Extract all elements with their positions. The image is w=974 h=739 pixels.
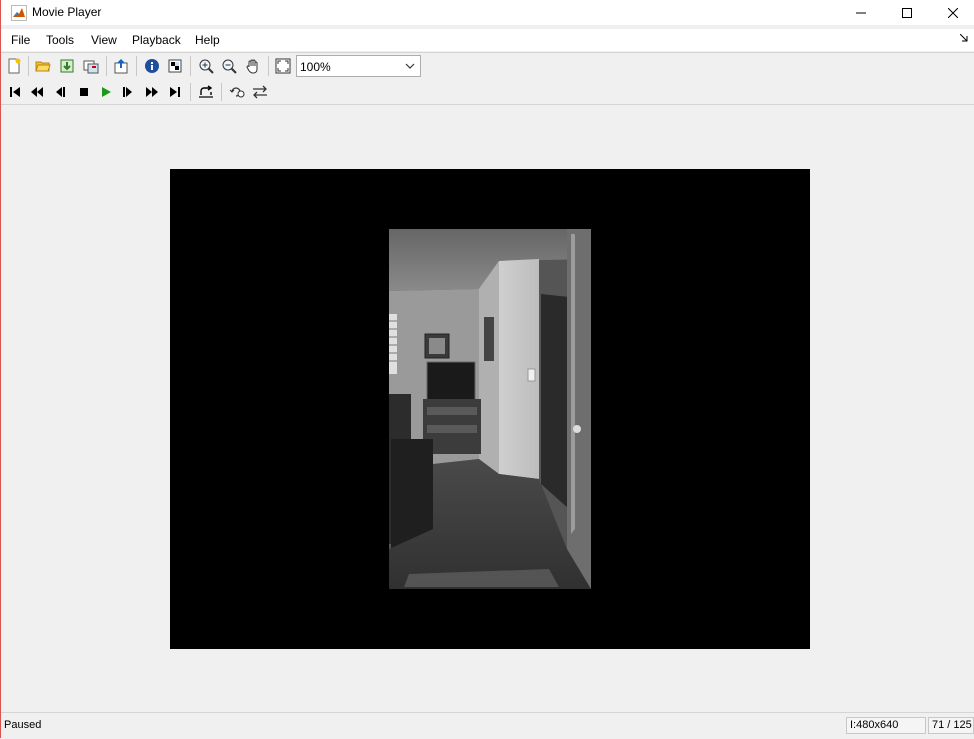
movie-player-window: Movie Player File Tools View Playback He… [0, 0, 974, 739]
step-back-icon[interactable] [50, 82, 70, 102]
dock-arrow-icon[interactable] [959, 33, 968, 45]
video-display-area [1, 105, 974, 712]
minimize-button[interactable] [838, 0, 884, 25]
go-to-last-icon[interactable] [165, 82, 185, 102]
menu-playback[interactable]: Playback [130, 32, 183, 48]
go-to-first-icon[interactable] [5, 82, 25, 102]
import-icon[interactable] [57, 56, 77, 76]
zoom-level-dropdown[interactable]: 100% [296, 55, 421, 77]
pan-hand-icon[interactable] [243, 56, 263, 76]
matlab-app-icon [11, 5, 27, 21]
playback-rate-icon[interactable] [227, 82, 247, 102]
menu-help[interactable]: Help [193, 32, 222, 48]
close-button[interactable] [930, 0, 974, 25]
video-frame [170, 169, 810, 649]
frame-counter: 71 / 125 [928, 717, 974, 734]
title-bar: Movie Player [1, 0, 974, 25]
window-title: Movie Player [32, 5, 102, 19]
export-icon[interactable] [81, 56, 101, 76]
status-bar: Paused I:480x640 71 / 125 [1, 712, 974, 739]
zoom-out-icon[interactable] [219, 56, 239, 76]
loop-icon[interactable] [196, 82, 216, 102]
toggle-direction-icon[interactable] [250, 82, 270, 102]
menu-tools[interactable]: Tools [44, 32, 76, 48]
fast-forward-icon[interactable] [142, 82, 162, 102]
chevron-down-icon [404, 59, 416, 76]
zoom-in-icon[interactable] [196, 56, 216, 76]
open-folder-icon[interactable] [33, 56, 53, 76]
play-icon[interactable] [96, 82, 116, 102]
colormap-icon[interactable] [165, 56, 185, 76]
menu-file[interactable]: File [9, 32, 32, 48]
menu-bar: File Tools View Playback Help [1, 29, 974, 51]
rewind-icon[interactable] [27, 82, 47, 102]
frame-resolution: I:480x640 [846, 717, 926, 734]
playback-status: Paused [4, 719, 42, 731]
maximize-button[interactable] [884, 0, 930, 25]
playback-toolbar [1, 80, 974, 105]
save-to-workspace-icon[interactable] [111, 56, 131, 76]
step-forward-icon[interactable] [118, 82, 138, 102]
video-frame-image [389, 229, 591, 589]
new-file-icon[interactable] [4, 56, 24, 76]
stop-icon[interactable] [74, 82, 94, 102]
fit-to-window-icon[interactable] [273, 56, 293, 76]
main-toolbar: 100% [1, 52, 974, 81]
info-icon[interactable] [142, 56, 162, 76]
zoom-level-value: 100% [300, 60, 331, 74]
menu-view[interactable]: View [89, 32, 119, 48]
